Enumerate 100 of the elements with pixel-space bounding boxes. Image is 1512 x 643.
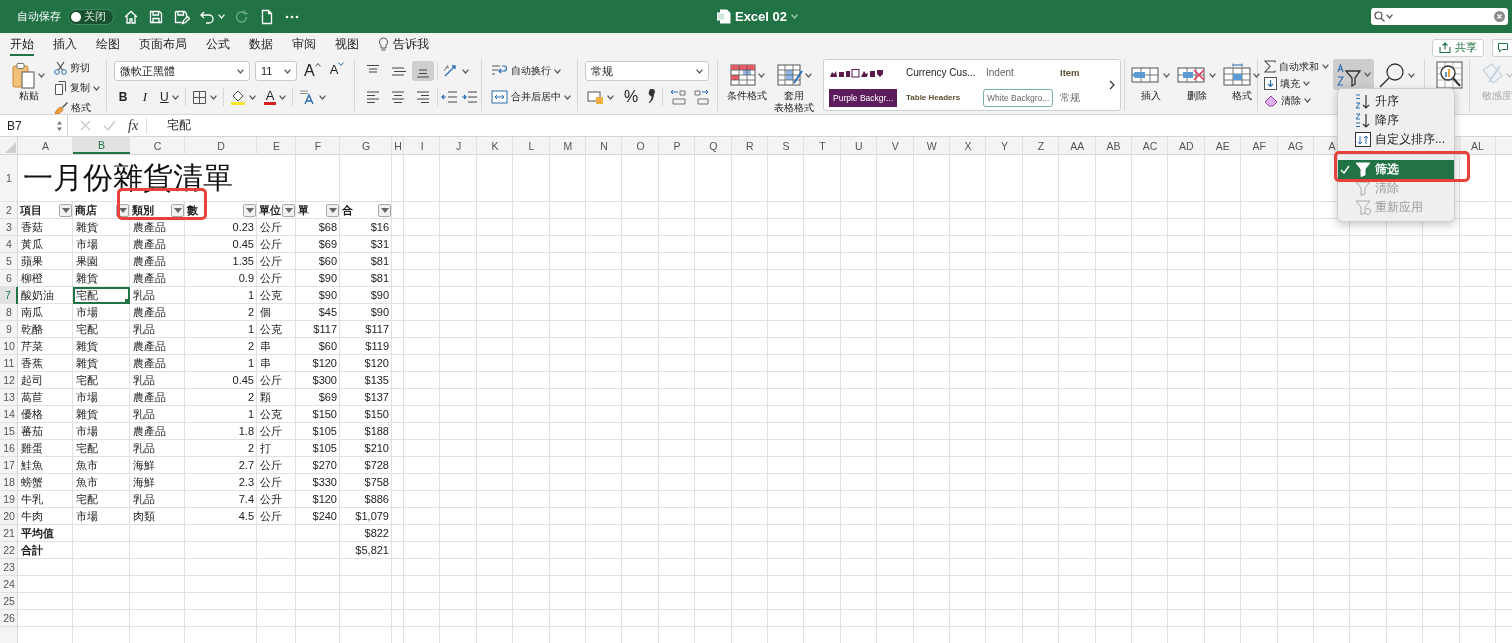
copy-button[interactable]: 复制 xyxy=(52,78,102,98)
name-box[interactable]: B7 xyxy=(0,115,68,136)
row-number[interactable]: 17 xyxy=(0,457,18,474)
row-number[interactable]: 5 xyxy=(0,253,18,270)
column-header[interactable]: AC xyxy=(1141,139,1159,152)
table-cell[interactable]: 乳品 xyxy=(130,440,185,457)
table-cell[interactable]: $117 xyxy=(296,321,340,338)
underline-button[interactable]: U xyxy=(158,87,181,107)
table-cell[interactable]: 螃蟹 xyxy=(18,474,73,491)
table-cell[interactable]: 果園 xyxy=(73,253,130,270)
table-cell[interactable]: 串 xyxy=(257,338,296,355)
table-cell[interactable]: $60 xyxy=(296,253,340,270)
insert-cells-button[interactable]: 插入 xyxy=(1129,59,1172,102)
column-header[interactable]: X xyxy=(963,139,973,152)
table-cell[interactable]: 農產品 xyxy=(130,219,185,236)
table-cell[interactable]: 柳橙 xyxy=(18,270,73,287)
table-cell[interactable]: $120 xyxy=(296,355,340,372)
paste-button[interactable]: 粘贴 xyxy=(10,59,47,102)
column-header[interactable]: K xyxy=(490,139,500,152)
table-cell[interactable]: 1 xyxy=(185,287,257,304)
column-header[interactable]: H xyxy=(393,139,403,152)
cell-style[interactable]: Item xyxy=(1057,64,1083,81)
column-header[interactable]: A xyxy=(41,139,50,152)
column-header[interactable]: C xyxy=(152,139,163,152)
table-cell[interactable]: $210 xyxy=(340,440,392,457)
clear-button[interactable]: 清除 xyxy=(1262,92,1331,109)
decrease-decimal-icon[interactable] xyxy=(693,88,712,106)
table-cell[interactable]: 宅配 xyxy=(73,440,130,457)
column-header[interactable]: F xyxy=(313,139,323,152)
table-cell[interactable]: $119 xyxy=(340,338,392,355)
column-header[interactable]: D xyxy=(216,139,226,152)
menu-item[interactable]: 自定义排序... xyxy=(1338,130,1454,149)
table-cell[interactable]: 乳品 xyxy=(130,321,185,338)
table-cell[interactable]: $1,079 xyxy=(340,508,392,525)
cut-button[interactable]: 剪切 xyxy=(52,58,102,78)
table-cell[interactable]: 魚市 xyxy=(73,457,130,474)
table-cell[interactable]: $188 xyxy=(340,423,392,440)
ribbon-tab[interactable]: 告诉我 xyxy=(378,33,429,56)
table-cell[interactable]: 宅配 xyxy=(73,491,130,508)
table-cell[interactable]: 芹菜 xyxy=(18,338,73,355)
cell-style[interactable]: 常规 xyxy=(1057,87,1083,108)
column-header[interactable]: R xyxy=(744,139,755,152)
cell-styles-gallery[interactable]: Currency Cus... Indent Item Purple Backgr... Table Headers White Backgro... 常规 xyxy=(823,59,1121,111)
filter-button[interactable] xyxy=(59,203,72,217)
column-header[interactable]: N xyxy=(599,139,609,152)
row-number[interactable]: 23 xyxy=(0,559,18,576)
column-header[interactable]: I xyxy=(419,139,425,152)
column-header[interactable]: A xyxy=(1327,139,1337,152)
home-icon[interactable] xyxy=(123,8,139,25)
table-cell[interactable]: 乳品 xyxy=(130,406,185,423)
table-cell[interactable]: 農產品 xyxy=(130,355,185,372)
table-cell[interactable]: 肉類 xyxy=(130,508,185,525)
column-header[interactable]: W xyxy=(925,139,938,152)
conditional-formatting-button[interactable]: 条件格式 xyxy=(725,59,769,102)
table-cell[interactable]: 海鮮 xyxy=(130,474,185,491)
table-cell[interactable]: $69 xyxy=(296,236,340,253)
document-icon[interactable] xyxy=(259,8,275,25)
table-cell[interactable]: 萵苣 xyxy=(18,389,73,406)
table-cell[interactable]: 1 xyxy=(185,355,257,372)
table-cell[interactable]: 2 xyxy=(185,304,257,321)
table-cell[interactable]: 雜貨 xyxy=(73,270,130,287)
autosave-toggle[interactable]: 关闭 xyxy=(68,8,114,25)
column-header[interactable]: T xyxy=(818,139,827,152)
table-cell[interactable]: $758 xyxy=(340,474,392,491)
table-cell[interactable]: 2 xyxy=(185,389,257,406)
table-cell[interactable]: $105 xyxy=(296,423,340,440)
table-cell[interactable]: 公斤 xyxy=(257,270,296,287)
filter-button[interactable] xyxy=(326,203,339,217)
save-icon[interactable] xyxy=(148,8,164,25)
table-cell[interactable]: 市場 xyxy=(73,423,130,440)
table-cell[interactable]: 0.45 xyxy=(185,372,257,389)
row-number[interactable]: 7 xyxy=(0,287,18,304)
insert-function-button[interactable]: fx xyxy=(128,117,148,134)
cell-style[interactable]: Currency Cus... xyxy=(903,64,979,81)
table-cell[interactable]: 公斤 xyxy=(257,474,296,491)
table-cell[interactable]: $120 xyxy=(340,355,392,372)
table-cell[interactable]: $300 xyxy=(296,372,340,389)
table-cell[interactable]: 農產品 xyxy=(130,338,185,355)
table-cell[interactable]: 雜貨 xyxy=(73,355,130,372)
ribbon-tab[interactable]: 视图 xyxy=(335,33,359,56)
analyze-data-button[interactable] xyxy=(1434,59,1465,89)
table-cell[interactable]: $31 xyxy=(340,236,392,253)
column-header[interactable]: Y xyxy=(999,139,1009,152)
table-cell[interactable]: 公斤 xyxy=(257,457,296,474)
table-cell[interactable]: 4.5 xyxy=(185,508,257,525)
table-cell[interactable]: $150 xyxy=(296,406,340,423)
row-number[interactable]: 8 xyxy=(0,304,18,321)
ribbon-tab[interactable]: 绘图 xyxy=(96,33,120,56)
sort-filter-button[interactable] xyxy=(1333,59,1374,90)
share-button[interactable]: 共享 xyxy=(1432,38,1484,57)
table-cell[interactable]: 乾酪 xyxy=(18,321,73,338)
cell-style[interactable]: Indent xyxy=(983,64,1017,81)
filter-button[interactable] xyxy=(378,203,391,217)
table-cell[interactable]: 公斤 xyxy=(257,219,296,236)
filter-button[interactable] xyxy=(171,203,184,217)
column-header[interactable]: AB xyxy=(1105,139,1122,152)
shrink-font-button[interactable]: A xyxy=(327,61,347,81)
column-header[interactable]: Q xyxy=(708,139,719,152)
table-cell[interactable]: $60 xyxy=(296,338,340,355)
table-cell[interactable]: 起司 xyxy=(18,372,73,389)
